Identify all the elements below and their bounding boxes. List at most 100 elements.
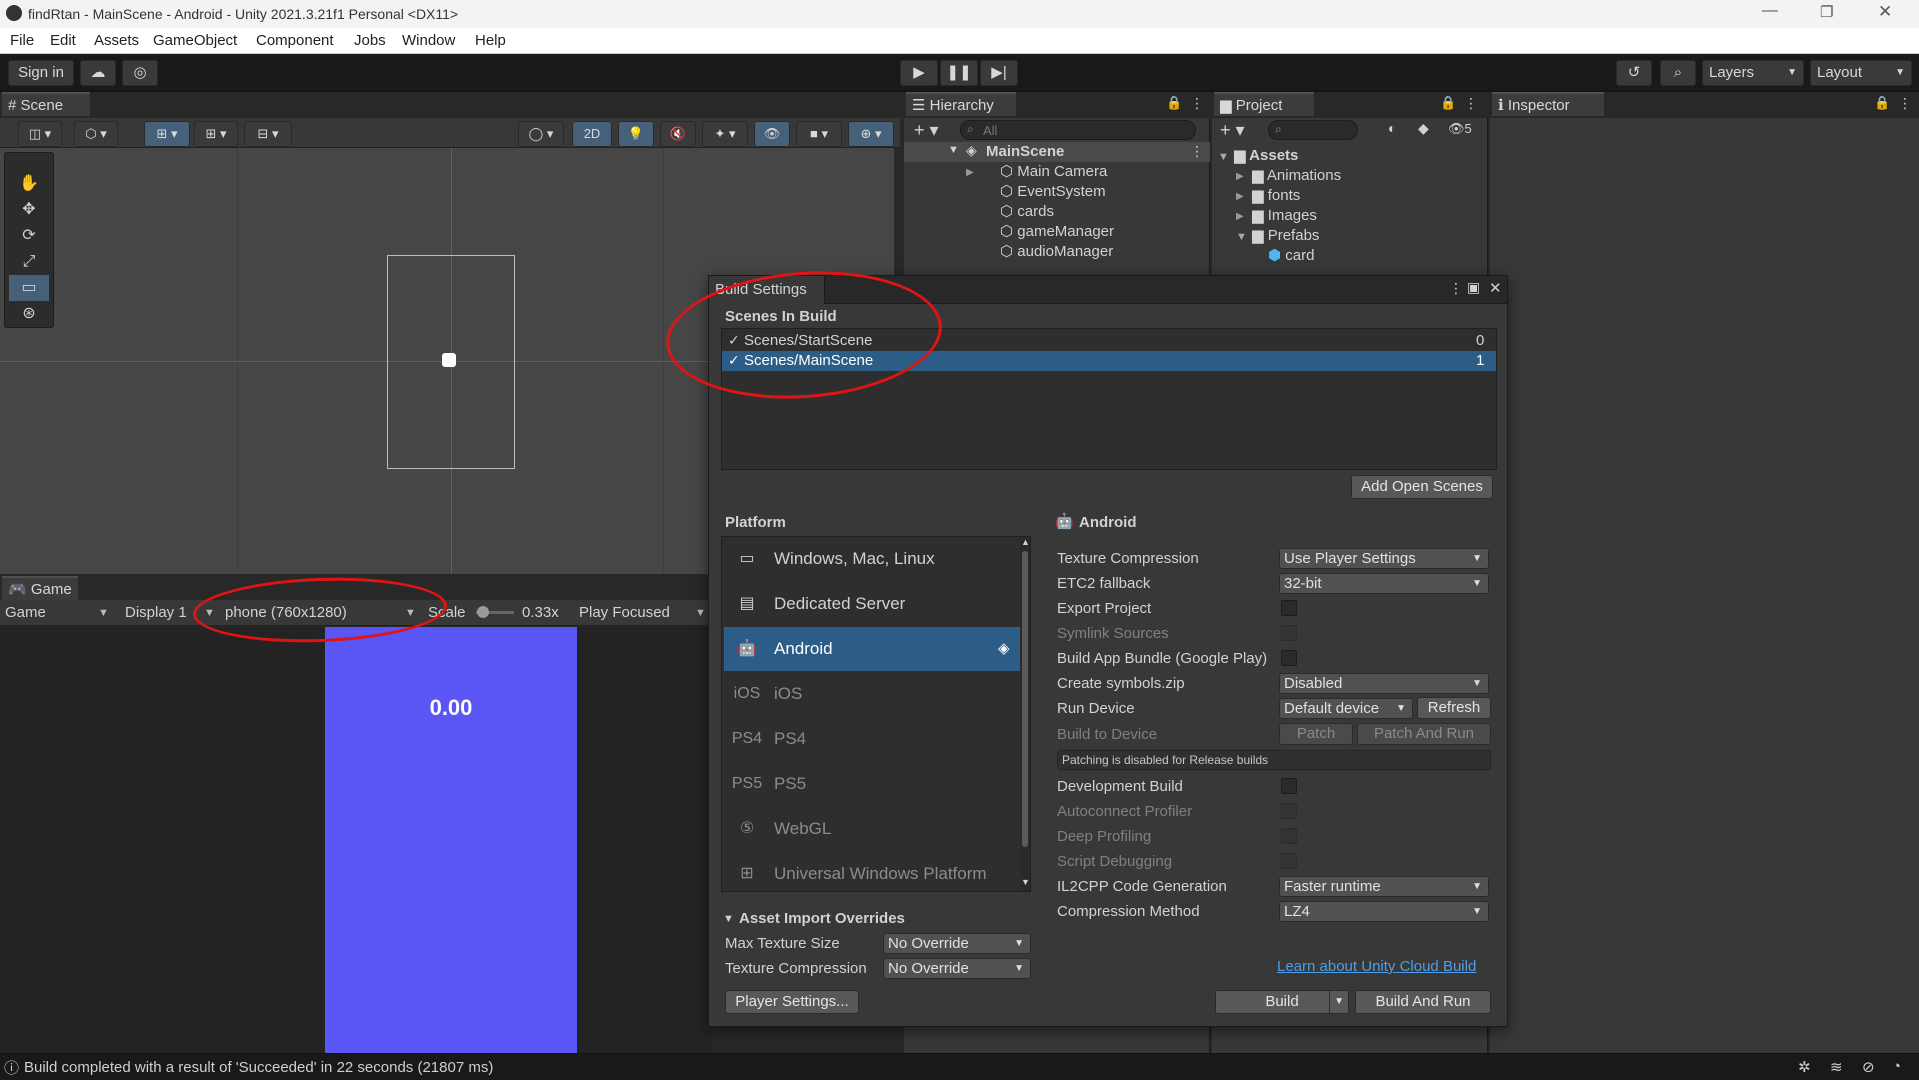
platform-scrollbar[interactable]: ▲ ▼ [1020,537,1030,891]
play-button[interactable]: ▶ [900,60,938,86]
play-mode-select[interactable]: Play Focused [579,604,670,621]
list-item[interactable]: ⬢ card [1268,246,1314,264]
lock-icon[interactable]: 🔒 [1440,95,1456,111]
export-project-checkbox[interactable] [1281,600,1297,616]
tab-inspector[interactable]: ℹ Inspector [1492,92,1604,116]
list-item[interactable]: ▆ Prefabs [1252,226,1319,244]
list-item[interactable]: ▆ fonts [1252,186,1300,204]
refresh-button[interactable]: Refresh [1417,697,1491,719]
menu-file[interactable]: File [10,32,34,49]
progress-icon[interactable]: ◔ [1892,1058,1901,1075]
lock-icon[interactable]: 🔒 [1166,95,1182,111]
tab-game[interactable]: 🎮 Game [2,576,78,600]
menu-window[interactable]: Window [402,32,455,49]
scene-root-row[interactable]: ▼ ◈ MainScene ⋮ [904,142,1210,162]
history-icon[interactable]: ↺ [1616,60,1652,86]
maximize-icon[interactable]: ▣ [1467,279,1480,296]
list-item[interactable]: ⬡ gameManager [1000,222,1114,240]
camera-icon[interactable]: ■ ▾ [796,121,842,147]
expand-arrow-icon[interactable]: ▼ [1236,231,1247,243]
render-mode-button[interactable]: ⬡ ▾ [74,121,118,147]
list-item[interactable]: 🤖 Android ◈ [724,627,1022,671]
player-settings-button[interactable]: Player Settings... [725,990,859,1014]
list-item[interactable]: ⬡ EventSystem [1000,182,1106,200]
close-icon[interactable]: ✕ [1489,279,1502,297]
menu-gameobject[interactable]: GameObject [153,32,237,49]
more-icon[interactable]: ⋮ [1190,143,1204,160]
expand-arrow-icon[interactable]: ▶ [1236,211,1244,222]
debug-icon[interactable]: ✲ [1798,1058,1811,1076]
close-window-icon[interactable]: ✕ [1878,2,1892,22]
add-open-scenes-button[interactable]: Add Open Scenes [1351,475,1493,499]
list-item[interactable]: ⊞ Universal Windows Platform [724,852,1022,891]
more-icon[interactable]: ⋮ [1898,95,1912,112]
lock-icon[interactable]: 🔒 [1874,95,1890,111]
gizmo-sphere-button[interactable]: ◯ ▾ [518,121,564,147]
list-item[interactable]: ▆ Animations [1252,166,1341,184]
filter-type-icon[interactable]: ◐ [1388,120,1396,136]
list-item[interactable]: PS5 PS5 [724,762,1022,806]
texture-compression-select[interactable]: Use Player Settings ▼ [1279,548,1489,569]
step-button[interactable]: ▶| [980,60,1018,86]
game-view[interactable]: 0.00 [0,627,712,1053]
lighting-icon[interactable]: 💡 [618,121,654,147]
expand-arrow-icon[interactable]: ▼ [948,144,959,156]
camera-gizmo-icon[interactable] [442,353,456,367]
tab-project[interactable]: ▆ Project [1214,92,1314,116]
more-icon[interactable]: ⋮ [1449,280,1463,297]
texture-comp-select[interactable]: No Override ▼ [883,958,1031,979]
list-item[interactable]: ⬡ Main Camera [1000,162,1107,180]
display-select[interactable]: Display 1 [125,604,187,621]
more-icon[interactable]: ⋮ [1190,95,1204,112]
scroll-up-icon[interactable]: ▲ [1021,537,1030,547]
draw-mode-button[interactable]: ◫ ▾ [18,121,62,147]
tab-hierarchy[interactable]: ☰ Hierarchy [906,92,1016,116]
list-item[interactable]: PS4 PS4 [724,717,1022,761]
expand-arrow-icon[interactable]: ▶ [1236,191,1244,202]
game-view-select[interactable]: Game [5,604,46,621]
list-item[interactable]: ⬡ audioManager [1000,242,1113,260]
list-item[interactable]: ⑤ WebGL [724,807,1022,851]
expand-arrow-icon[interactable]: ▼ [1218,151,1229,163]
build-and-run-button[interactable]: Build And Run [1355,990,1491,1014]
maximize-icon[interactable]: ❐ [1820,3,1833,21]
etc2-select[interactable]: 32-bit ▼ [1279,573,1489,594]
search-icon[interactable]: ⌕ [1660,60,1696,86]
cache-server-icon[interactable]: ≋ [1830,1058,1843,1076]
list-item[interactable]: iOS iOS [724,672,1022,716]
visibility-icon[interactable]: 👁 [754,121,790,147]
expand-arrow-icon[interactable]: ▶ [966,167,974,178]
compression-select[interactable]: LZ4 ▼ [1279,901,1489,922]
menu-help[interactable]: Help [475,32,506,49]
scale-slider-handle[interactable] [477,606,489,618]
rotate-tool-icon[interactable]: ⟳ [9,223,49,249]
project-search-input[interactable]: ⌕ [1268,120,1358,140]
list-item[interactable]: ▤ Dedicated Server [724,582,1022,626]
more-icon[interactable]: ⋮ [1464,95,1478,112]
status-message[interactable]: Build completed with a result of 'Succee… [24,1059,493,1076]
foldout-arrow-icon[interactable]: ▼ [723,913,734,925]
layers-dropdown[interactable]: Layers ▼ [1702,60,1804,86]
mode-2d-button[interactable]: 2D [572,121,612,147]
pause-button[interactable]: ❚❚ [940,60,978,86]
il2cpp-select[interactable]: Faster runtime ▼ [1279,876,1489,897]
cloud-icon[interactable]: ☁ [80,60,116,86]
run-device-select[interactable]: Default device ▼ [1279,698,1413,719]
grid-toggle-button[interactable]: ⊞ ▾ [194,121,238,147]
hidden-packages-icon[interactable]: 👁5 [1448,121,1472,137]
add-icon[interactable]: + ▾ [1220,120,1245,141]
sign-in-button[interactable]: Sign in [8,60,74,86]
filter-label-icon[interactable]: ◆ [1418,120,1429,137]
menu-jobs[interactable]: Jobs [354,32,386,49]
list-item[interactable]: ▭ Windows, Mac, Linux [724,537,1022,581]
hierarchy-search-input[interactable]: ⌕ All [960,120,1196,140]
increment-snap-button[interactable]: ⊟ ▾ [244,121,292,147]
hand-tool-icon[interactable]: ✋ [9,171,49,197]
build-app-bundle-checkbox[interactable] [1281,650,1297,666]
scroll-down-icon[interactable]: ▼ [1021,877,1030,887]
development-build-checkbox[interactable] [1281,778,1297,794]
layout-dropdown[interactable]: Layout ▼ [1810,60,1912,86]
menu-component[interactable]: Component [256,32,334,49]
network-icon[interactable]: ⊘ [1862,1058,1875,1076]
menu-assets[interactable]: Assets [94,32,139,49]
